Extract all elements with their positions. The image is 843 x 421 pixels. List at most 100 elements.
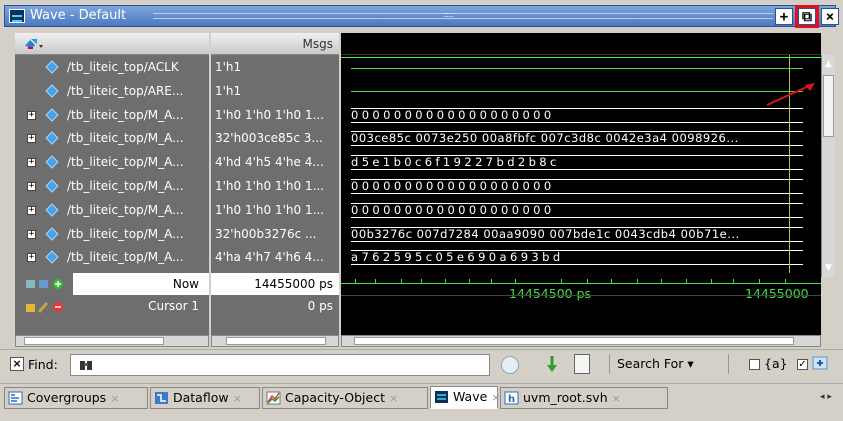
- vertical-scroll-thumb[interactable]: [823, 75, 834, 137]
- tab-uvm-root-svh[interactable]: h uvm_root.svh ×: [500, 387, 668, 409]
- titlebar-strip[interactable]: Wave - Default :::::: + ⧉ ×: [4, 5, 839, 28]
- names-hscrollbar[interactable]: [15, 335, 209, 347]
- tab-capacity-object[interactable]: Capacity-Object ×: [262, 387, 428, 409]
- now-value: 14455000 ps: [211, 273, 339, 295]
- titlebar-grip[interactable]: [153, 13, 773, 19]
- values-hscroll-thumb[interactable]: [226, 337, 326, 345]
- signal-name-cell[interactable]: + /tb_liteic_top/M_A...: [15, 128, 209, 149]
- signal-row[interactable]: /tb_liteic_top/ARE... 1'h1: [15, 81, 821, 102]
- capacity-icon: [266, 391, 281, 405]
- find-document-icon[interactable]: [574, 354, 590, 374]
- add-pane-button[interactable]: +: [775, 8, 793, 25]
- wave-hscroll-thumb[interactable]: [354, 337, 794, 345]
- now-cursor-panel: Now Cursor 1 14455000 ps 0 ps 14454500 p…: [15, 273, 821, 317]
- signal-name: /tb_liteic_top/M_A...: [67, 107, 184, 122]
- find-next-icon[interactable]: [544, 354, 560, 374]
- signal-value: 4'hd 4'h5 4'he 4...: [215, 155, 324, 170]
- signal-waveform[interactable]: [341, 81, 821, 102]
- tab-dataflow[interactable]: Dataflow ×: [150, 387, 260, 409]
- cursor-toolbar-icons[interactable]: [25, 300, 65, 314]
- expand-icon[interactable]: +: [27, 253, 36, 263]
- tab-close-icon[interactable]: ×: [389, 392, 398, 405]
- search-for-dropdown[interactable]: Search For ▾: [617, 356, 694, 371]
- signal-row[interactable]: + /tb_liteic_top/M_A... 32'h00b3276c ... 00…: [15, 224, 821, 245]
- time-ruler[interactable]: 14454500 ps 14455000: [341, 273, 821, 317]
- signal-diamond-icon: [45, 131, 59, 146]
- signal-row[interactable]: + /tb_liteic_top/M_A... 32'h003ce85c 3... 0…: [15, 128, 821, 149]
- signal-name: /tb_liteic_top/M_A...: [67, 179, 184, 193]
- filter-checkbox[interactable]: ✓: [797, 359, 808, 370]
- signal-value: 1'h1: [215, 83, 242, 98]
- tab-close-icon[interactable]: ×: [110, 392, 119, 405]
- cursor-1-label[interactable]: Cursor 1: [73, 296, 209, 317]
- select-mode-icon[interactable]: [23, 36, 45, 52]
- wave-header: [341, 33, 821, 55]
- find-input[interactable]: [70, 354, 490, 376]
- ruler-tick: [785, 279, 786, 284]
- tab-label: Capacity-Object: [285, 390, 385, 405]
- signal-waveform[interactable]: 003ce85c 0073e250 00a8fbfc 007c3d8c 0042…: [341, 128, 821, 149]
- signal-waveform[interactable]: 00b3276c 007d7284 00aa9090 007bde1c 0043…: [341, 224, 821, 245]
- signal-name: /tb_liteic_top/M_A...: [67, 131, 184, 146]
- signal-waveform[interactable]: 0000000000000000000: [341, 200, 821, 221]
- signal-trace: [351, 68, 803, 69]
- expand-icon[interactable]: +: [27, 205, 36, 215]
- names-header: [15, 33, 209, 55]
- expand-icon[interactable]: +: [27, 158, 36, 168]
- tab-close-icon[interactable]: ×: [233, 392, 242, 405]
- signal-name-cell[interactable]: + /tb_liteic_top/M_A...: [15, 224, 209, 245]
- signal-name-cell[interactable]: + /tb_liteic_top/M_A...: [15, 200, 209, 221]
- signal-row[interactable]: + /tb_liteic_top/M_A... 4'hd 4'h5 4'he 4..…: [15, 152, 821, 173]
- expand-icon[interactable]: +: [27, 229, 36, 239]
- bottom-tab-bar: ◂ ▸ Covergroups × Dataflow × Capacity-Object…: [0, 383, 843, 421]
- signal-diamond-icon: [45, 250, 59, 265]
- tab-scroll-icon[interactable]: ◂ ▸: [820, 392, 832, 402]
- scroll-down-icon[interactable]: ▼: [823, 261, 834, 275]
- signal-name-cell[interactable]: + /tb_liteic_top/M_A...: [15, 152, 209, 173]
- signal-diamond-icon: [45, 155, 59, 169]
- msgs-header-label: Msgs: [302, 37, 333, 51]
- signal-waveform[interactable]: 0000000000000000000: [341, 176, 821, 197]
- now-cursor-values: 14455000 ps 0 ps: [211, 273, 339, 317]
- bus-trace: a762595c05e690a693bd: [351, 250, 803, 266]
- tab-wave[interactable]: Wave ×: [430, 386, 501, 409]
- filter-icon[interactable]: [812, 355, 828, 371]
- expand-icon[interactable]: +: [27, 182, 36, 191]
- signal-row[interactable]: + /tb_liteic_top/M_A... 4'ha 4'h7 4'h6 4..…: [15, 247, 821, 268]
- expand-icon[interactable]: +: [27, 110, 36, 120]
- close-find-button[interactable]: ×: [10, 357, 24, 371]
- values-hscrollbar[interactable]: [211, 335, 339, 347]
- cursor-1-value[interactable]: 0 ps: [211, 296, 339, 317]
- signal-row[interactable]: + /tb_liteic_top/M_A... 1'h0 1'h0 1'h0 1..…: [15, 105, 821, 126]
- signal-name-cell[interactable]: /tb_liteic_top/ACLK: [15, 57, 209, 78]
- drag-handle-icon[interactable]: ::::::: [443, 10, 463, 20]
- signal-waveform[interactable]: a762595c05e690a693bd: [341, 247, 821, 268]
- signal-name-cell[interactable]: + /tb_liteic_top/M_A...: [15, 247, 209, 268]
- now-toolbar-icons[interactable]: [25, 277, 65, 291]
- dataflow-icon: [155, 392, 168, 404]
- signal-diamond-icon: [45, 179, 59, 193]
- tab-label: uvm_root.svh: [523, 390, 608, 405]
- search-options-icon[interactable]: [501, 356, 519, 374]
- close-window-button[interactable]: ×: [821, 8, 839, 25]
- signal-waveform[interactable]: 0000000000000000000: [341, 105, 821, 126]
- tab-close-icon[interactable]: ×: [612, 392, 621, 405]
- undock-window-button[interactable]: ⧉: [795, 5, 819, 28]
- signal-waveform[interactable]: d5e1b0c6f19227bd2b8c: [341, 152, 821, 173]
- regex-checkbox[interactable]: [749, 359, 760, 370]
- tab-covergroups[interactable]: Covergroups ×: [4, 387, 148, 409]
- cursor-track[interactable]: [341, 295, 821, 317]
- wave-hscrollbar[interactable]: [341, 335, 821, 347]
- signal-waveform[interactable]: [341, 57, 821, 78]
- expand-icon[interactable]: +: [27, 134, 36, 144]
- signal-name-cell[interactable]: /tb_liteic_top/ARE...: [15, 81, 209, 102]
- scroll-up-icon[interactable]: ▲: [823, 57, 834, 71]
- vertical-scrollbar[interactable]: ▲ ▼: [821, 55, 835, 277]
- signal-name-cell[interactable]: + /tb_liteic_top/M_A...: [15, 176, 209, 197]
- signal-name-cell[interactable]: + /tb_liteic_top/M_A...: [15, 105, 209, 126]
- signal-row[interactable]: + /tb_liteic_top/M_A... 1'h0 1'h0 1'h0 1..…: [15, 176, 821, 197]
- names-hscroll-thumb[interactable]: [24, 337, 164, 345]
- binoculars-icon[interactable]: [79, 358, 93, 372]
- signal-row[interactable]: /tb_liteic_top/ACLK 1'h1: [15, 57, 821, 78]
- signal-row[interactable]: + /tb_liteic_top/M_A... 1'h0 1'h0 1'h0 1..…: [15, 200, 821, 221]
